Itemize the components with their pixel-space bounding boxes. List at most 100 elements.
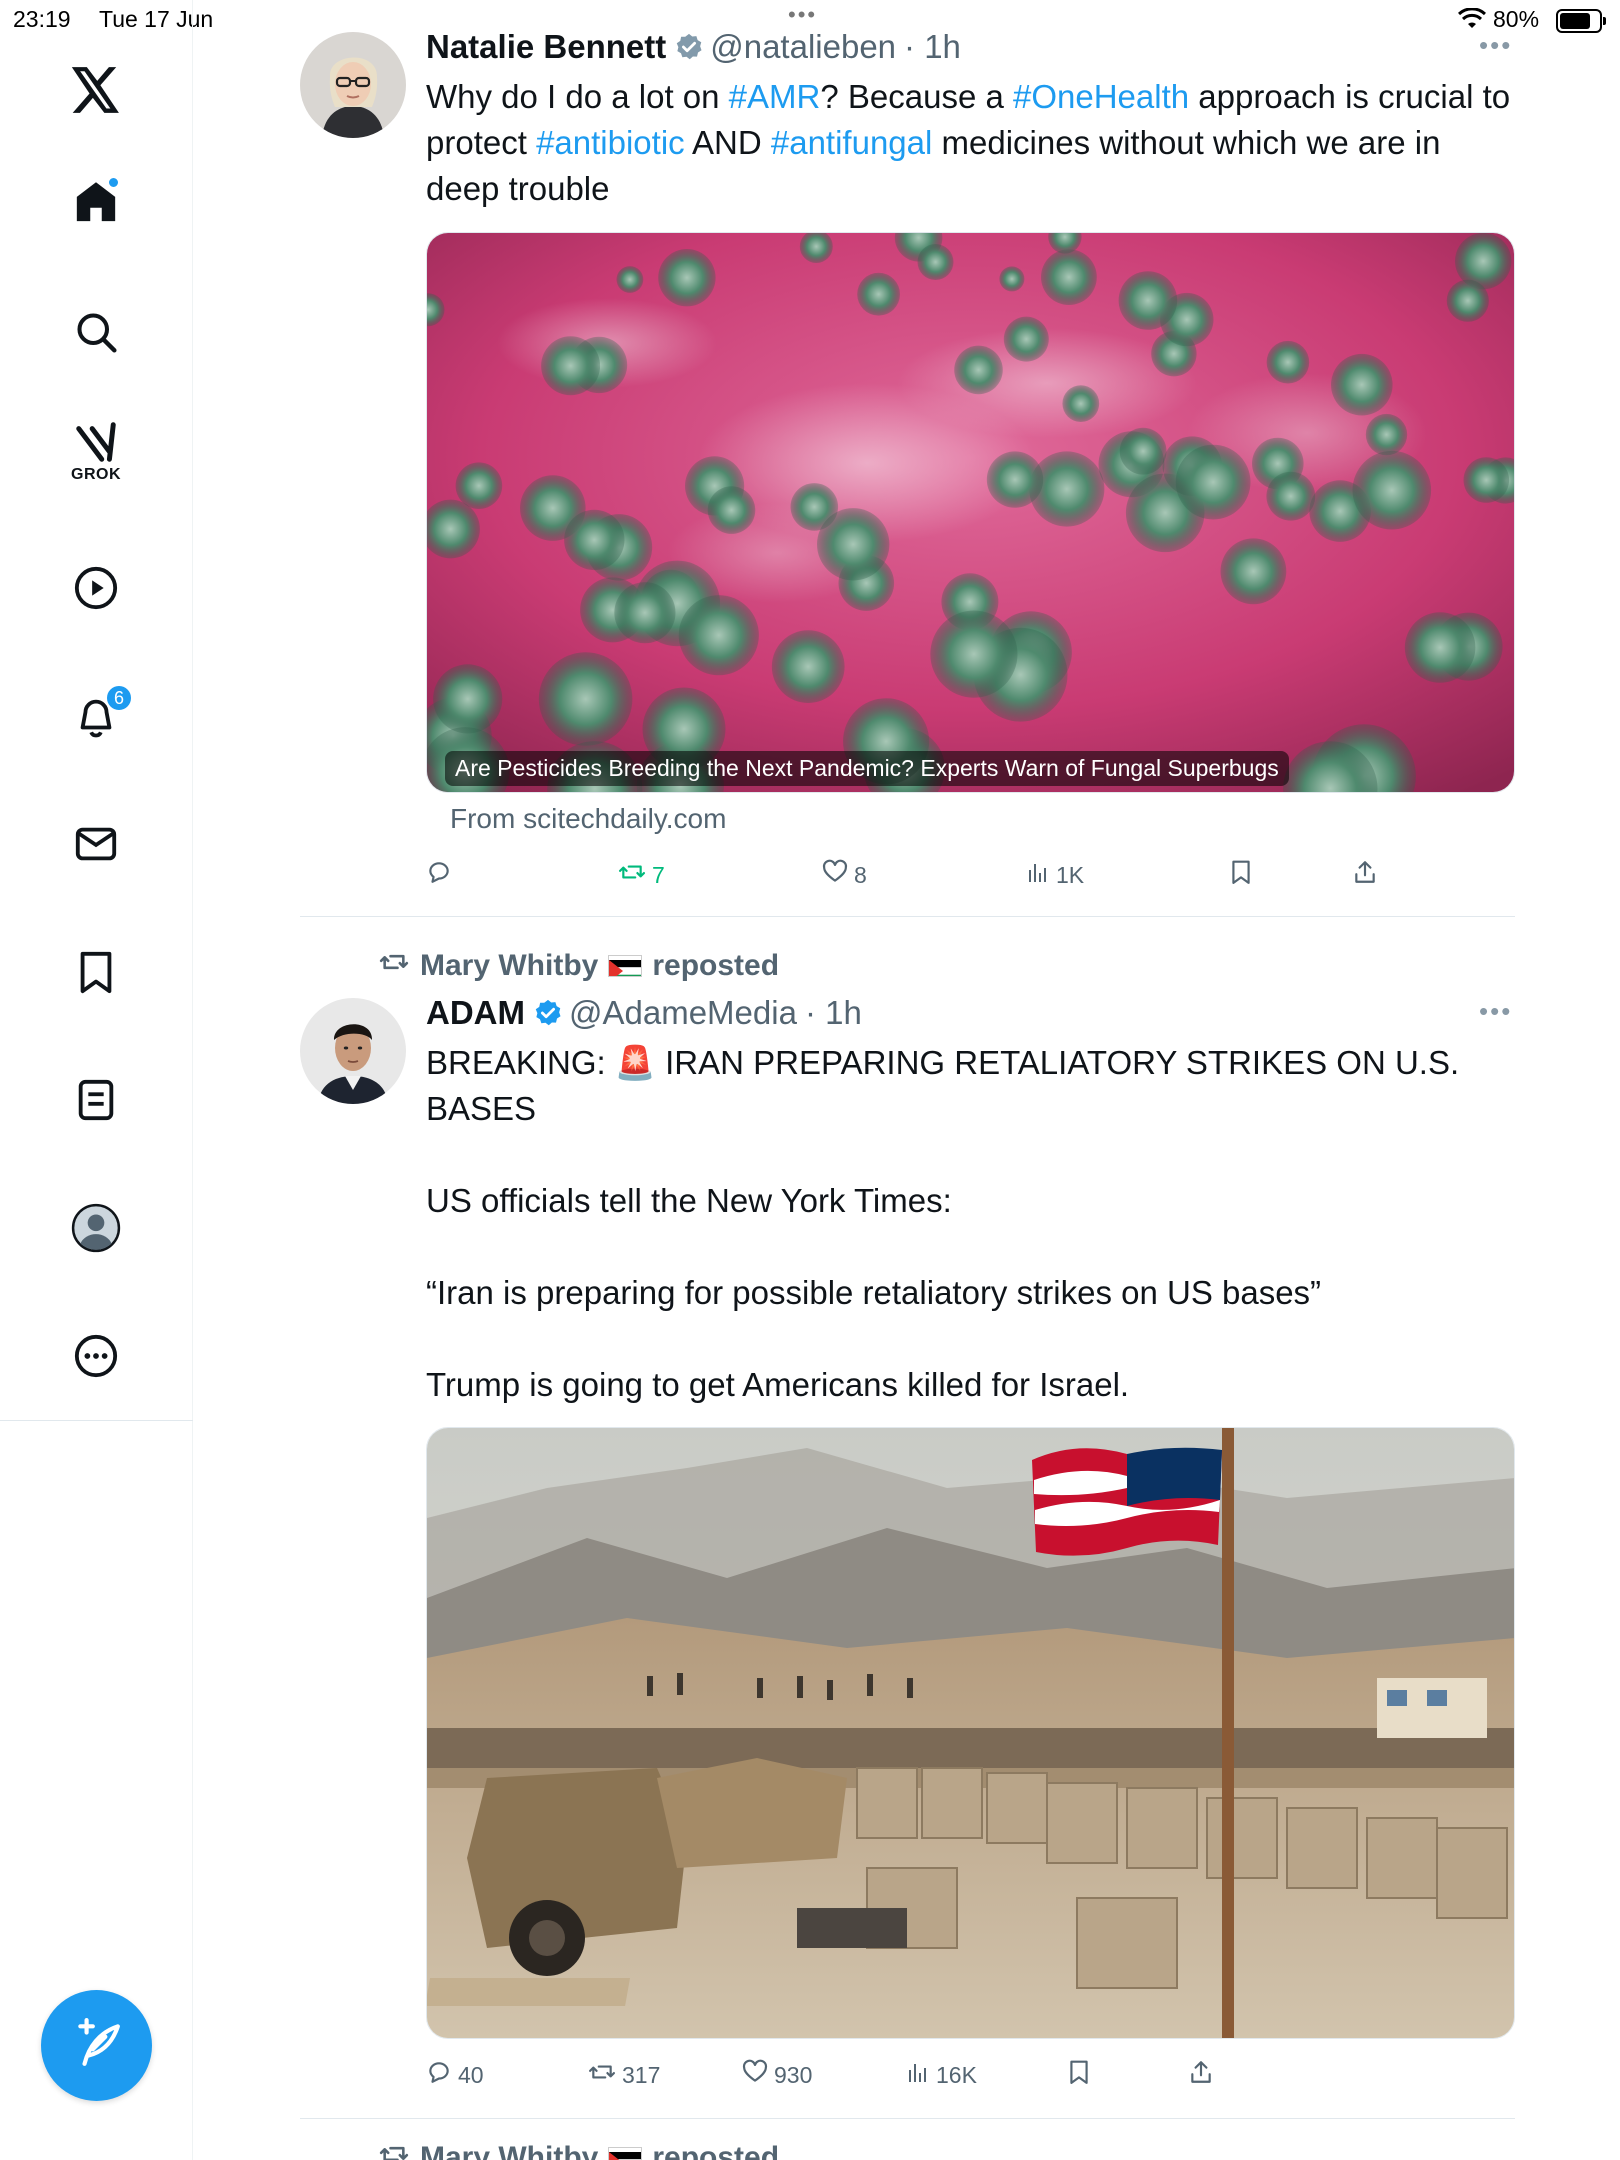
tweet-image[interactable] — [426, 1427, 1515, 2039]
heart-icon — [742, 2059, 768, 2091]
sidebar-item-video[interactable] — [56, 548, 136, 628]
verified-grey-icon — [674, 32, 704, 62]
view-count: 16K — [936, 2061, 977, 2088]
repost-icon — [378, 2140, 410, 2160]
tweet-header: Natalie Bennett @natalieben · 1h — [426, 27, 961, 67]
share-button[interactable] — [1352, 855, 1378, 895]
author-name[interactable]: Natalie Bennett — [426, 28, 666, 66]
tweet-text-segment: Why do I do a lot on — [426, 78, 729, 115]
video-icon — [73, 565, 119, 611]
author-handle[interactable]: @AdameMedia — [569, 994, 797, 1032]
author-name[interactable]: ADAM — [426, 994, 525, 1032]
sidebar-item-notifications[interactable]: 6 — [56, 676, 136, 756]
tweet-actions: 40 317 930 16K — [426, 2055, 1526, 2095]
sidebar-item-bookmarks[interactable] — [56, 932, 136, 1012]
more-options-icon[interactable]: ••• — [1479, 30, 1512, 61]
reposted-label: reposted — [652, 949, 780, 982]
tweet-time[interactable]: · 1h — [904, 28, 961, 66]
reposter-name[interactable]: Mary Whitby — [420, 949, 598, 983]
tweet-text: Why do I do a lot on #AMR? Because a #On… — [426, 74, 1516, 212]
fungal-culture-image — [427, 233, 1514, 792]
sidebar-item-home[interactable] — [56, 162, 136, 242]
palestine-flag-icon — [608, 955, 643, 977]
bookmarks-icon — [73, 949, 119, 995]
tweet-paragraph — [426, 1224, 1516, 1270]
sidebar-divider — [0, 1420, 193, 1421]
bookmark-button[interactable] — [1228, 855, 1254, 895]
repost-icon — [378, 948, 410, 984]
tweet-time[interactable]: · 1h — [805, 994, 862, 1032]
heart-icon — [822, 859, 848, 891]
reply-icon — [426, 859, 452, 891]
repost-button[interactable]: 7 — [618, 855, 665, 895]
next-repost-context: Mary Whitby reposted — [378, 2138, 779, 2160]
hashtag-link[interactable]: #OneHealth — [1013, 78, 1189, 115]
tweet-separator — [300, 916, 1515, 917]
hashtag-link[interactable]: #antibiotic — [536, 124, 685, 161]
search-icon — [74, 310, 118, 354]
grok-label: GROK — [71, 466, 121, 483]
tweet-paragraph — [426, 1316, 1516, 1362]
tweet-text-segment: ? Because a — [820, 78, 1013, 115]
palestine-flag-icon — [608, 2147, 643, 2160]
sidebar-item-profile[interactable] — [56, 1188, 136, 1268]
tweet-paragraph: BREAKING: 🚨 IRAN PREPARING RETALIATORY S… — [426, 1044, 1460, 1127]
reply-icon — [426, 2059, 452, 2091]
home-unread-dot — [107, 176, 120, 189]
more-icon — [73, 1333, 119, 1379]
views-button[interactable]: 1K — [1026, 855, 1084, 895]
tweet-paragraph: US officials tell the New York Times: — [426, 1182, 952, 1219]
share-icon — [1352, 859, 1378, 891]
bookmark-icon — [1066, 2059, 1092, 2091]
reposter-name[interactable]: Mary Whitby — [420, 2141, 598, 2160]
military-base-image — [427, 1428, 1514, 2038]
analytics-icon — [906, 2060, 930, 2090]
tweet-text-segment: AND — [684, 124, 771, 161]
reply-count: 40 — [458, 2061, 484, 2088]
tweet-actions: 7 8 1K — [426, 855, 1526, 895]
author-handle[interactable]: @natalieben — [710, 28, 896, 66]
share-button[interactable] — [1188, 2055, 1214, 2095]
hashtag-link[interactable]: #AMR — [729, 78, 821, 115]
tweet-text: BREAKING: 🚨 IRAN PREPARING RETALIATORY S… — [426, 1040, 1516, 1408]
x-logo-icon[interactable] — [56, 50, 136, 130]
card-source[interactable]: From scitechdaily.com — [450, 803, 726, 835]
tweet-paragraph: Trump is going to get Americans killed f… — [426, 1366, 1130, 1403]
avatar[interactable] — [300, 998, 406, 1104]
repost-icon — [618, 859, 646, 891]
like-button[interactable]: 8 — [822, 855, 867, 895]
tweet-header: ADAM @AdameMedia · 1h — [426, 993, 862, 1033]
avatar[interactable] — [300, 32, 406, 138]
more-options-icon[interactable]: ••• — [1479, 996, 1512, 1027]
card-caption: Are Pesticides Breeding the Next Pandemi… — [445, 751, 1289, 786]
bookmark-icon — [1228, 859, 1254, 891]
messages-icon — [73, 821, 119, 867]
sidebar-item-more[interactable] — [56, 1316, 136, 1396]
repost-button[interactable]: 317 — [588, 2055, 660, 2095]
timeline-feed: Natalie Bennett @natalieben · 1h ••• Why… — [193, 0, 1620, 2160]
link-card-image[interactable]: Are Pesticides Breeding the Next Pandemi… — [426, 232, 1515, 793]
sidebar-item-lists[interactable] — [56, 1060, 136, 1140]
sidebar-item-messages[interactable] — [56, 804, 136, 884]
like-count: 930 — [774, 2061, 813, 2088]
repost-context: Mary Whitby reposted — [378, 946, 779, 986]
like-button[interactable]: 930 — [742, 2055, 812, 2095]
reposted-label: reposted — [652, 2141, 780, 2160]
share-icon — [1188, 2059, 1214, 2091]
verified-blue-icon — [533, 998, 563, 1028]
notifications-badge: 6 — [105, 684, 133, 712]
grok-icon — [73, 419, 119, 465]
compose-button[interactable] — [41, 1990, 152, 2101]
reply-button[interactable]: 40 — [426, 2055, 484, 2095]
view-count: 1K — [1056, 861, 1085, 888]
sidebar-item-grok[interactable]: GROK — [56, 410, 136, 490]
tweet-paragraph: “Iran is preparing for possible retaliat… — [426, 1274, 1322, 1311]
tweet-paragraph — [426, 1132, 1516, 1178]
views-button[interactable]: 16K — [906, 2055, 977, 2095]
sidebar-item-search[interactable] — [56, 292, 136, 372]
lists-icon — [73, 1077, 119, 1123]
hashtag-link[interactable]: #antifungal — [771, 124, 932, 161]
bookmark-button[interactable] — [1066, 2055, 1092, 2095]
repost-count: 317 — [622, 2061, 661, 2088]
reply-button[interactable] — [426, 855, 458, 895]
